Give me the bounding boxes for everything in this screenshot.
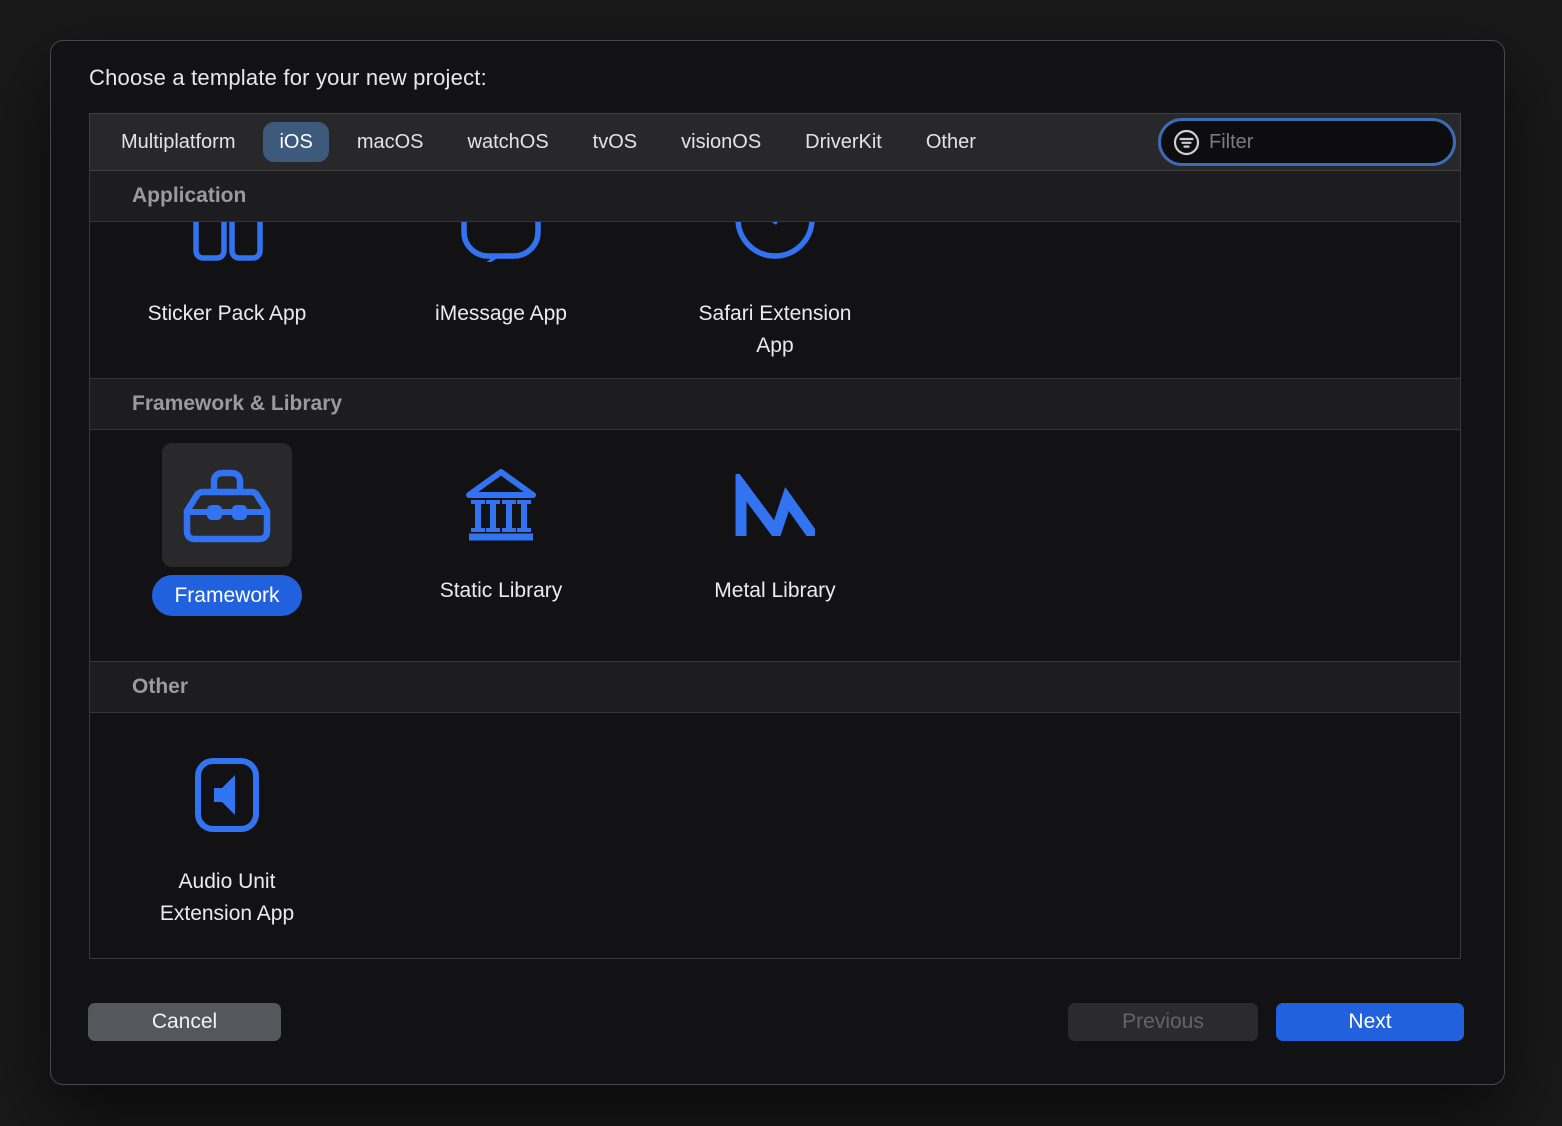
speaker-icon [194, 755, 260, 840]
template-item-safari-extension-app[interactable]: Safari Extension App [638, 222, 912, 378]
template-label: Safari Extension App [699, 298, 852, 362]
template-list: Application Sticker Pack App [89, 171, 1461, 959]
cancel-button[interactable]: Cancel [88, 1003, 281, 1041]
template-label: iMessage App [435, 298, 567, 330]
metal-m-icon [710, 443, 840, 567]
template-item-metal-library[interactable]: Metal Library [638, 430, 912, 661]
template-label: Audio Unit Extension App [160, 866, 294, 930]
filter-field[interactable] [1158, 118, 1456, 166]
tab-ios[interactable]: iOS [263, 122, 328, 162]
tab-multiplatform[interactable]: Multiplatform [105, 122, 251, 162]
new-project-template-dialog: Choose a template for your new project: … [50, 40, 1505, 1085]
previous-button[interactable]: Previous [1068, 1003, 1258, 1041]
tab-macos[interactable]: macOS [341, 122, 440, 162]
next-button[interactable]: Next [1276, 1003, 1464, 1041]
safari-compass-icon [729, 222, 821, 262]
template-label-selected: Framework [152, 575, 301, 616]
platform-tab-bar: Multiplatform iOS macOS watchOS tvOS vis… [89, 113, 1461, 171]
tab-driverkit[interactable]: DriverKit [789, 122, 898, 162]
tab-watchos[interactable]: watchOS [452, 122, 565, 162]
template-label: Sticker Pack App [148, 298, 307, 330]
filter-circle-icon [1173, 129, 1200, 156]
section-row-framework-library: Framework [90, 430, 1460, 662]
imessage-bubble-icon [455, 222, 547, 262]
section-row-application: Sticker Pack App iMessage App [90, 222, 1460, 379]
template-label: Metal Library [714, 575, 835, 607]
tab-other[interactable]: Other [910, 122, 992, 162]
template-item-static-library[interactable]: Static Library [364, 430, 638, 661]
toolbox-icon [162, 443, 292, 567]
tab-tvos[interactable]: tvOS [577, 122, 653, 162]
section-header-other: Other [90, 662, 1460, 713]
template-item-framework[interactable]: Framework [90, 430, 364, 661]
template-item-sticker-pack-app[interactable]: Sticker Pack App [90, 222, 364, 378]
template-item-audio-unit-extension-app[interactable]: Audio Unit Extension App [90, 713, 364, 958]
columns-building-icon [436, 443, 566, 567]
template-item-imessage-app[interactable]: iMessage App [364, 222, 638, 378]
tab-visionos[interactable]: visionOS [665, 122, 777, 162]
section-row-other: Audio Unit Extension App [90, 713, 1460, 958]
template-label: Static Library [440, 575, 563, 607]
filter-input[interactable] [1209, 131, 1441, 154]
sticker-pack-icon [181, 222, 273, 262]
dialog-title: Choose a template for your new project: [89, 65, 487, 91]
section-header-framework-library: Framework & Library [90, 379, 1460, 430]
section-header-application: Application [90, 171, 1460, 222]
